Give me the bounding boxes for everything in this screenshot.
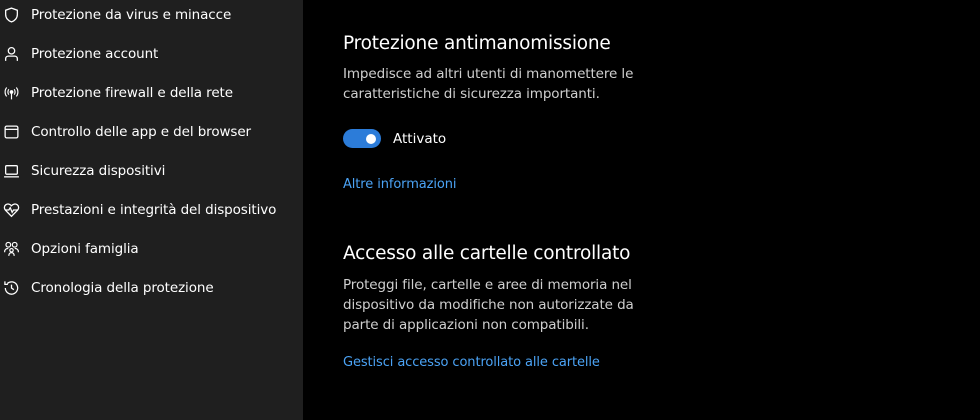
sidebar-item-account-protection[interactable]: Protezione account — [0, 37, 303, 71]
sidebar-item-virus-protection[interactable]: Protezione da virus e minacce — [0, 0, 303, 32]
sidebar-item-app-browser-control[interactable]: Controllo delle app e del browser — [0, 115, 303, 149]
main-content: Protezione antimanomissione Impedisce ad… — [303, 0, 980, 420]
person-icon — [3, 46, 20, 63]
sidebar-item-label: Sicurezza dispositivi — [31, 163, 166, 179]
controlled-folder-access-title: Accesso alle cartelle controllato — [343, 243, 631, 264]
sidebar-item-label: Prestazioni e integrità del dispositivo — [31, 202, 277, 218]
shield-icon — [3, 7, 20, 24]
toggle-state-label: Attivato — [393, 130, 447, 147]
tamper-protection-toggle[interactable] — [343, 129, 381, 148]
sidebar-item-label: Protezione account — [31, 46, 159, 62]
more-info-link[interactable]: Altre informazioni — [343, 177, 456, 192]
sidebar-item-label: Protezione da virus e minacce — [31, 7, 232, 23]
tamper-protection-toggle-row: Attivato — [343, 128, 446, 149]
sidebar-item-protection-history[interactable]: Cronologia della protezione — [0, 271, 303, 305]
tamper-protection-description: Impedisce ad altri utenti di manomettere… — [343, 66, 634, 102]
sidebar-item-firewall[interactable]: Protezione firewall e della rete — [0, 76, 303, 110]
controlled-folder-access-description: Proteggi file, cartelle e aree di memori… — [343, 277, 634, 333]
sidebar-item-family-options[interactable]: Opzioni famiglia — [0, 232, 303, 266]
sidebar-item-label: Protezione firewall e della rete — [31, 85, 233, 101]
family-icon — [3, 241, 20, 258]
sidebar-nav: Protezione da virus e minacce Protezione… — [0, 0, 303, 420]
history-icon — [3, 280, 20, 297]
sidebar-item-device-security[interactable]: Sicurezza dispositivi — [0, 154, 303, 188]
sidebar-item-device-performance[interactable]: Prestazioni e integrità del dispositivo — [0, 193, 303, 227]
sidebar-item-label: Controllo delle app e del browser — [31, 124, 252, 140]
manage-controlled-folder-access-link[interactable]: Gestisci accesso controllato alle cartel… — [343, 355, 600, 370]
tamper-protection-title: Protezione antimanomissione — [343, 33, 611, 54]
wireless-antenna-icon — [3, 85, 20, 102]
sidebar-item-label: Opzioni famiglia — [31, 241, 139, 257]
toggle-knob — [366, 133, 376, 144]
app-window-icon — [3, 124, 20, 141]
sidebar-item-label: Cronologia della protezione — [31, 280, 214, 296]
heart-pulse-icon — [3, 202, 20, 219]
laptop-icon — [3, 163, 20, 180]
